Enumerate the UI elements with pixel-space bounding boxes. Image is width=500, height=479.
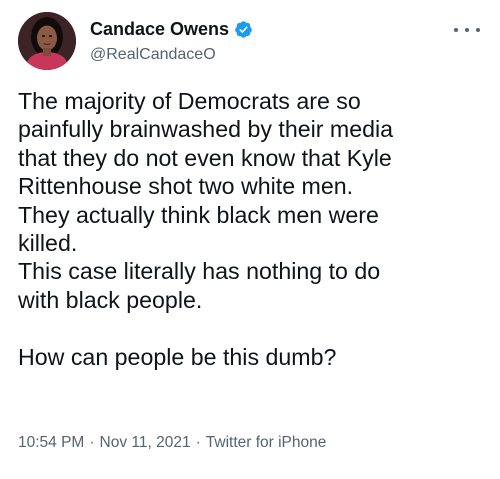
- dot: [465, 28, 469, 32]
- tweet-card: Candace Owens @RealCandaceO The majority…: [0, 0, 500, 479]
- tweet-time[interactable]: 10:54 PM: [18, 434, 84, 452]
- dot: [454, 28, 458, 32]
- tweet-meta: 10:54 PM · Nov 11, 2021 · Twitter for iP…: [18, 434, 326, 452]
- meta-separator: ·: [89, 434, 95, 451]
- avatar[interactable]: [18, 12, 76, 70]
- verified-check-icon: [235, 20, 252, 38]
- meta-separator: ·: [195, 434, 201, 451]
- display-name[interactable]: Candace Owens: [90, 19, 229, 40]
- more-options-icon[interactable]: [454, 22, 480, 38]
- tweet-text: The majority of Democrats are so painful…: [18, 88, 394, 370]
- tweet-date[interactable]: Nov 11, 2021: [100, 434, 191, 452]
- dot: [476, 28, 480, 32]
- tweet-source[interactable]: Twitter for iPhone: [206, 434, 327, 452]
- handle[interactable]: @RealCandaceO: [90, 46, 420, 64]
- profile-photo: [18, 12, 76, 70]
- name-row: Candace Owens: [90, 18, 420, 40]
- author-info: Candace Owens @RealCandaceO: [90, 18, 420, 64]
